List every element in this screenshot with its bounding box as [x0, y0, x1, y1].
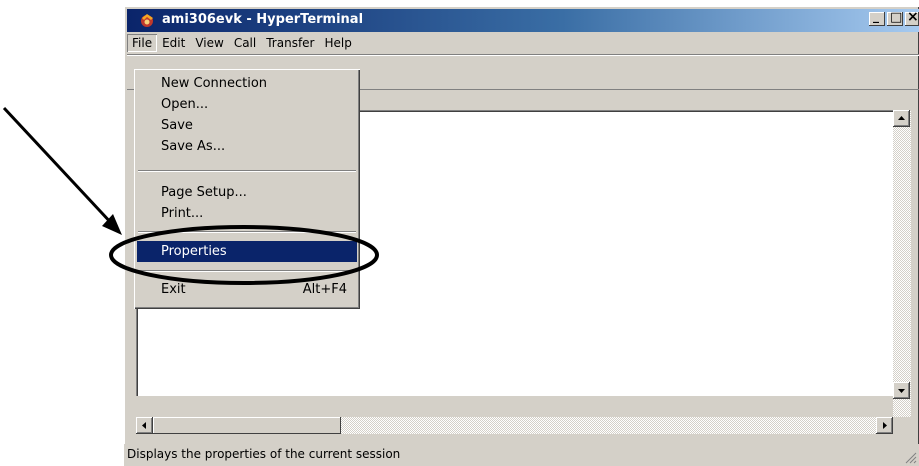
menu-item-exit[interactable]: Exit Alt+F4: [137, 279, 357, 300]
menu-view[interactable]: View: [190, 34, 228, 52]
menu-item-properties[interactable]: Properties: [137, 241, 357, 262]
hyperterminal-phone-icon: [141, 14, 153, 27]
menu-item-save-as[interactable]: Save As...: [137, 136, 357, 157]
window-title: ami306evk - HyperTerminal: [162, 12, 364, 27]
annotation-arrow-icon: [2, 106, 122, 235]
menu-item-open[interactable]: Open...: [137, 94, 357, 115]
close-icon: ×: [907, 9, 919, 25]
menu-item-page-setup[interactable]: Page Setup...: [137, 182, 357, 203]
scroll-up-button[interactable]: [893, 110, 910, 127]
menu-item-label: Page Setup...: [161, 185, 247, 200]
vertical-scrollbar[interactable]: [893, 110, 911, 417]
scroll-right-button[interactable]: [876, 417, 893, 434]
scroll-left-button[interactable]: [136, 417, 153, 434]
menu-item-label: Print...: [161, 206, 204, 221]
arrow-up-icon: [898, 116, 905, 120]
minimize-button[interactable]: _: [869, 9, 885, 26]
title-bar[interactable]: ami306evk - HyperTerminal _ □ ×: [127, 9, 919, 32]
horizontal-scroll-thumb[interactable]: [153, 417, 341, 434]
menu-item-shortcut: Alt+F4: [302, 282, 347, 297]
menu-item-label: Properties: [161, 244, 227, 259]
menu-item-label: Open...: [161, 97, 209, 112]
menu-item-label: Exit: [161, 282, 186, 297]
arrow-left-icon: [142, 422, 146, 429]
menu-item-label: Save: [161, 118, 193, 133]
menu-item-label: Save As...: [161, 139, 226, 154]
menu-separator: [138, 270, 356, 272]
menu-item-new-connection[interactable]: New Connection: [137, 73, 357, 94]
maximize-button[interactable]: □: [887, 10, 903, 26]
menu-help[interactable]: Help: [320, 34, 357, 52]
close-button[interactable]: ×: [905, 9, 919, 26]
menu-item-save[interactable]: Save: [137, 115, 357, 136]
arrow-right-icon: [883, 422, 887, 429]
menu-item-print[interactable]: Print...: [137, 203, 357, 224]
status-text: Displays the properties of the current s…: [127, 447, 401, 461]
minimize-icon: _: [873, 9, 879, 23]
maximize-icon: □: [890, 10, 903, 25]
arrow-down-icon: [898, 389, 905, 393]
scroll-down-button[interactable]: [893, 382, 910, 399]
horizontal-scrollbar[interactable]: [136, 417, 893, 434]
file-menu-dropdown: New Connection Open... Save Save As... P…: [134, 69, 360, 309]
status-bar: Displays the properties of the current s…: [124, 444, 919, 466]
menu-separator: [138, 170, 356, 172]
menu-bar: File Edit View Call Transfer Help: [127, 33, 919, 52]
menu-transfer[interactable]: Transfer: [261, 34, 319, 52]
menu-call[interactable]: Call: [229, 34, 261, 52]
menu-separator: [138, 231, 356, 233]
menu-edit[interactable]: Edit: [157, 34, 190, 52]
menu-item-label: New Connection: [161, 76, 268, 91]
menu-file[interactable]: File: [127, 34, 157, 52]
resize-grip-icon[interactable]: [903, 450, 917, 464]
